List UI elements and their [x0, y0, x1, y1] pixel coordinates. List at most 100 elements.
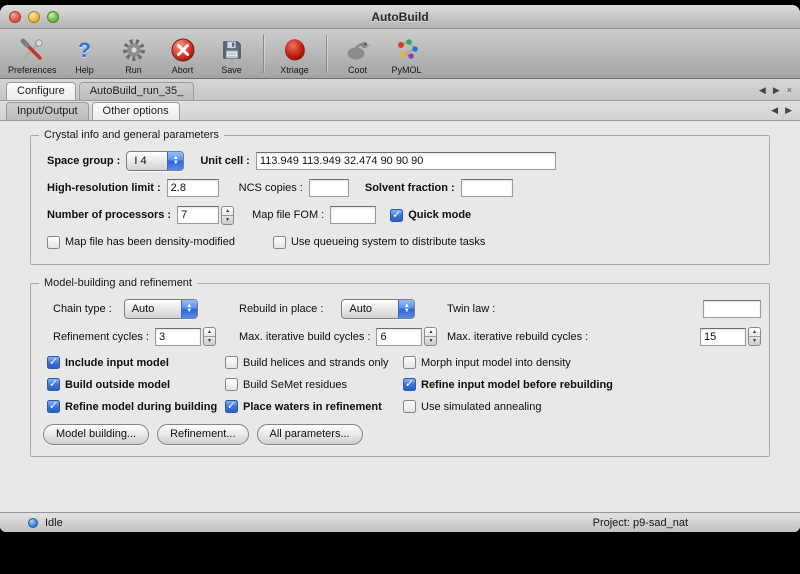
- toolbar-separator: [326, 35, 327, 73]
- tab-configure[interactable]: Configure: [6, 82, 76, 100]
- checkbox-label: Build SeMet residues: [243, 379, 347, 391]
- toolbar-button-help[interactable]: ? Help: [64, 36, 106, 75]
- toolbar-button-xtriage[interactable]: Xtriage: [274, 36, 316, 75]
- refinement-button[interactable]: Refinement...: [157, 424, 248, 445]
- processors-stepper[interactable]: ▲▼: [221, 206, 234, 225]
- tab-scroll-left-icon[interactable]: ◀: [771, 106, 778, 115]
- build-cycles-input[interactable]: [376, 328, 422, 346]
- checkbox-icon: [47, 356, 60, 369]
- toolbar-label: Run: [125, 65, 142, 75]
- chain-type-dropdown[interactable]: Auto ▲▼: [124, 299, 198, 319]
- dropdown-arrows-icon: ▲▼: [181, 300, 197, 318]
- max-rebuild-cycles-label: Max. iterative rebuild cycles :: [447, 331, 588, 343]
- refine-input-model-checkbox[interactable]: Refine input model before rebuilding: [403, 378, 761, 391]
- tab-close-icon[interactable]: ×: [787, 86, 792, 95]
- status-dot-icon: [28, 518, 38, 528]
- checkbox-label: Build outside model: [65, 379, 170, 391]
- checkbox-label: Refine input model before rebuilding: [421, 379, 613, 391]
- all-parameters-button[interactable]: All parameters...: [257, 424, 363, 445]
- toolbar-button-save[interactable]: Save: [211, 36, 253, 75]
- pymol-icon: [394, 36, 420, 64]
- toolbar-label: Save: [221, 65, 242, 75]
- close-window-button[interactable]: [9, 11, 21, 23]
- tab-other-options[interactable]: Other options: [92, 102, 180, 120]
- stepper-down-icon[interactable]: ▼: [204, 337, 215, 345]
- minimize-window-button[interactable]: [28, 11, 40, 23]
- form-row: Number of processors : ▲▼ Map file FOM :…: [47, 205, 761, 225]
- titlebar[interactable]: AutoBuild: [0, 5, 800, 29]
- build-semet-residues-checkbox[interactable]: Build SeMet residues: [225, 378, 403, 391]
- unit-cell-input[interactable]: [256, 152, 556, 170]
- tab-scroll-right-icon[interactable]: ▶: [773, 86, 780, 95]
- xtriage-icon: [282, 36, 308, 64]
- stepper-down-icon[interactable]: ▼: [425, 337, 436, 345]
- ncs-copies-input[interactable]: [309, 179, 349, 197]
- model-form-grid: Chain type : Auto ▲▼ Rebuild in place : …: [47, 299, 761, 346]
- model-building-button[interactable]: Model building...: [43, 424, 149, 445]
- toolbar-button-coot[interactable]: Coot: [337, 36, 379, 75]
- stepper-up-icon[interactable]: ▲: [222, 207, 233, 216]
- checkbox-icon: [403, 400, 416, 413]
- solvent-fraction-input[interactable]: [461, 179, 513, 197]
- dropdown-value: Auto: [342, 300, 398, 318]
- dropdown-value: I 4: [127, 152, 167, 170]
- rebuild-cycles-stepper[interactable]: ▲▼: [748, 327, 761, 346]
- tab-scroll-right-icon[interactable]: ▶: [785, 106, 792, 115]
- checkbox-icon: [225, 356, 238, 369]
- refinement-cycles-stepper[interactable]: ▲▼: [203, 327, 216, 346]
- include-input-model-checkbox[interactable]: Include input model: [47, 356, 225, 369]
- stepper-down-icon[interactable]: ▼: [222, 216, 233, 224]
- toolbar-button-pymol[interactable]: PyMOL: [386, 36, 428, 75]
- refinement-cycles-input[interactable]: [155, 328, 201, 346]
- rebuild-in-place-dropdown[interactable]: Auto ▲▼: [341, 299, 415, 319]
- tab-input-output[interactable]: Input/Output: [6, 102, 89, 120]
- processors-input[interactable]: [177, 206, 219, 224]
- build-cycles-control: ▲▼: [376, 327, 437, 346]
- stepper-down-icon[interactable]: ▼: [749, 337, 760, 345]
- map-fom-label: Map file FOM :: [252, 209, 324, 221]
- checkbox-icon: [273, 236, 286, 249]
- crystal-info-section: Crystal info and general parameters Spac…: [30, 135, 770, 265]
- tab-autobuild-run[interactable]: AutoBuild_run_35_: [79, 82, 195, 100]
- checkbox-icon: [403, 378, 416, 391]
- toolbar-button-run[interactable]: Run: [113, 36, 155, 75]
- density-modified-checkbox[interactable]: Map file has been density-modified: [47, 236, 235, 249]
- high-res-label: High-resolution limit :: [47, 182, 161, 194]
- rebuild-cycles-input[interactable]: [700, 328, 746, 346]
- queueing-system-checkbox[interactable]: Use queueing system to distribute tasks: [273, 236, 485, 249]
- build-cycles-stepper[interactable]: ▲▼: [424, 327, 437, 346]
- checkbox-icon: [225, 378, 238, 391]
- high-res-input[interactable]: [167, 179, 219, 197]
- space-group-dropdown[interactable]: I 4 ▲▼: [126, 151, 184, 171]
- toolbar-label: Preferences: [8, 65, 57, 75]
- dropdown-arrows-icon: ▲▼: [398, 300, 414, 318]
- checkbox-label: Quick mode: [408, 209, 471, 221]
- quick-mode-checkbox[interactable]: Quick mode: [390, 209, 471, 222]
- tab-scroll-left-icon[interactable]: ◀: [759, 86, 766, 95]
- map-fom-input[interactable]: [330, 206, 376, 224]
- chain-type-label: Chain type :: [53, 303, 112, 315]
- zoom-window-button[interactable]: [47, 11, 59, 23]
- checkbox-label: Use simulated annealing: [421, 401, 541, 413]
- place-waters-checkbox[interactable]: Place waters in refinement: [225, 400, 403, 413]
- twin-law-input[interactable]: [703, 300, 761, 318]
- toolbar: Preferences ? Help Run Abor: [0, 29, 800, 79]
- build-outside-model-checkbox[interactable]: Build outside model: [47, 378, 225, 391]
- status-bar: Idle Project: p9-sad_nat: [0, 512, 800, 532]
- form-cell: Max. iterative rebuild cycles : ▲▼: [447, 327, 761, 346]
- stepper-up-icon[interactable]: ▲: [204, 328, 215, 337]
- toolbar-button-abort[interactable]: Abort: [162, 36, 204, 75]
- options-tab-bar: Input/Output Other options ◀ ▶: [0, 101, 800, 121]
- build-helices-strands-checkbox[interactable]: Build helices and strands only: [225, 356, 403, 369]
- options-panel: Crystal info and general parameters Spac…: [0, 121, 800, 512]
- save-floppy-icon: [220, 36, 244, 64]
- autobuild-window: AutoBuild Preferences ? Help: [0, 5, 800, 532]
- toolbar-button-preferences[interactable]: Preferences: [8, 36, 57, 75]
- stepper-up-icon[interactable]: ▲: [425, 328, 436, 337]
- processors-label: Number of processors :: [47, 209, 171, 221]
- simulated-annealing-checkbox[interactable]: Use simulated annealing: [403, 400, 761, 413]
- refine-during-building-checkbox[interactable]: Refine model during building: [47, 400, 225, 413]
- stepper-up-icon[interactable]: ▲: [749, 328, 760, 337]
- morph-input-model-checkbox[interactable]: Morph input model into density: [403, 356, 761, 369]
- form-row: High-resolution limit : NCS copies : Sol…: [47, 178, 761, 198]
